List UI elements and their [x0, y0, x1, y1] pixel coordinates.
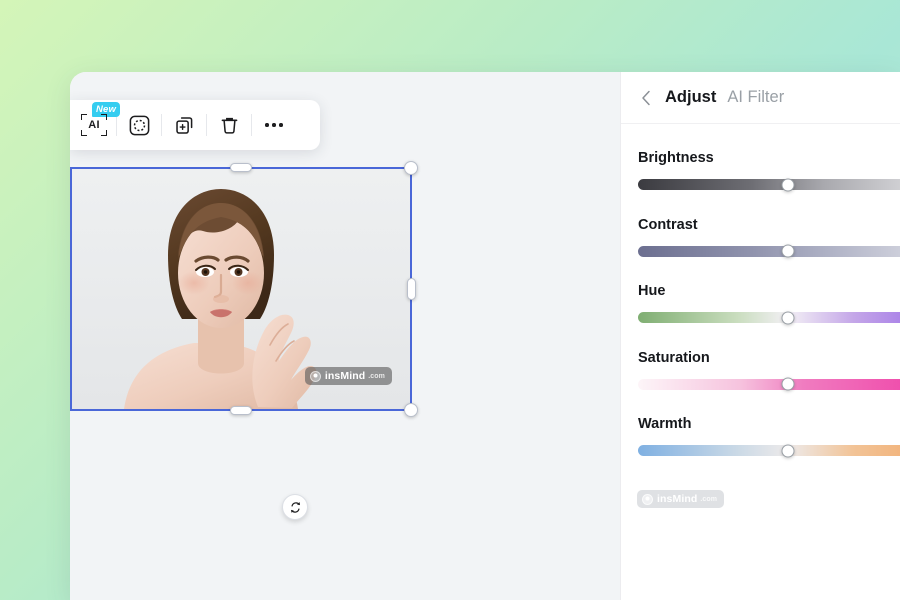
- slider-knob-hue[interactable]: [781, 311, 795, 324]
- slider-group-warmth: Warmth: [638, 416, 900, 457]
- watermark-logo-icon: [642, 493, 653, 505]
- tab-adjust[interactable]: Adjust: [665, 88, 716, 107]
- slider-label-brightness: Brightness: [638, 150, 714, 166]
- adjust-panel: Adjust AI Filter Brightness Contrast Hue: [620, 72, 900, 600]
- resize-handle-top-right[interactable]: [404, 161, 418, 175]
- slider-knob-brightness[interactable]: [781, 178, 795, 191]
- ai-tool-button[interactable]: New AI: [72, 102, 121, 145]
- more-horizontal-icon: [265, 123, 283, 127]
- slider-label-hue: Hue: [638, 283, 666, 299]
- slider-track-hue[interactable]: [638, 311, 900, 324]
- panel-header: Adjust AI Filter: [621, 72, 900, 124]
- mask-tool-button[interactable]: [117, 105, 161, 145]
- slider-track-saturation[interactable]: [638, 377, 900, 391]
- resize-handle-bottom[interactable]: [230, 406, 252, 415]
- dashed-circle-icon: [129, 115, 149, 135]
- watermark-tld: .com: [368, 372, 385, 380]
- resize-handle-right[interactable]: [407, 278, 416, 300]
- watermark-tld: .com: [700, 495, 718, 503]
- rotate-handle[interactable]: [282, 494, 308, 520]
- duplicate-icon: [175, 116, 192, 134]
- watermark-text: insMind: [657, 493, 698, 505]
- canvas-area[interactable]: New AI insMind .com: [70, 72, 620, 600]
- chevron-left-icon: [642, 90, 650, 105]
- slider-group-contrast: Contrast: [638, 216, 900, 258]
- rotate-icon: [290, 501, 300, 513]
- slider-label-saturation: Saturation: [638, 349, 710, 366]
- duplicate-tool-button[interactable]: [162, 105, 206, 145]
- slider-group-saturation: Saturation: [638, 349, 900, 391]
- slider-knob-warmth[interactable]: [781, 444, 795, 457]
- ai-icon-label: AI: [88, 119, 100, 131]
- slider-track-contrast[interactable]: [638, 244, 900, 258]
- slider-label-warmth: Warmth: [638, 416, 692, 432]
- slider-group-brightness: Brightness: [638, 150, 900, 191]
- watermark-text: insMind: [324, 370, 366, 382]
- resize-handle-top[interactable]: [230, 163, 252, 172]
- object-toolbar: New AI: [70, 100, 320, 150]
- slider-group-hue: Hue: [638, 283, 900, 324]
- watermark-logo-icon: [309, 370, 321, 382]
- slider-track-brightness[interactable]: [638, 178, 900, 191]
- panel-watermark: insMind .com: [637, 490, 725, 508]
- more-options-button[interactable]: [252, 105, 296, 145]
- slider-list: Brightness Contrast Hue Saturation Warmt…: [621, 124, 900, 457]
- back-button[interactable]: [638, 90, 654, 106]
- selection-frame[interactable]: insMind .com: [70, 161, 418, 417]
- resize-handle-bottom-right[interactable]: [404, 403, 418, 417]
- slider-knob-saturation[interactable]: [781, 377, 795, 391]
- slider-knob-contrast[interactable]: [781, 244, 795, 258]
- app-window: New AI insMind .com Adjust AI Filter Bri…: [70, 72, 900, 600]
- slider-track-warmth[interactable]: [638, 444, 900, 457]
- tab-ai-filter[interactable]: AI Filter: [727, 88, 784, 107]
- delete-tool-button[interactable]: [207, 105, 251, 145]
- trash-icon: [221, 117, 237, 134]
- slider-label-contrast: Contrast: [638, 216, 698, 233]
- canvas-watermark: insMind .com: [304, 367, 392, 385]
- ai-icon: AI: [81, 114, 107, 136]
